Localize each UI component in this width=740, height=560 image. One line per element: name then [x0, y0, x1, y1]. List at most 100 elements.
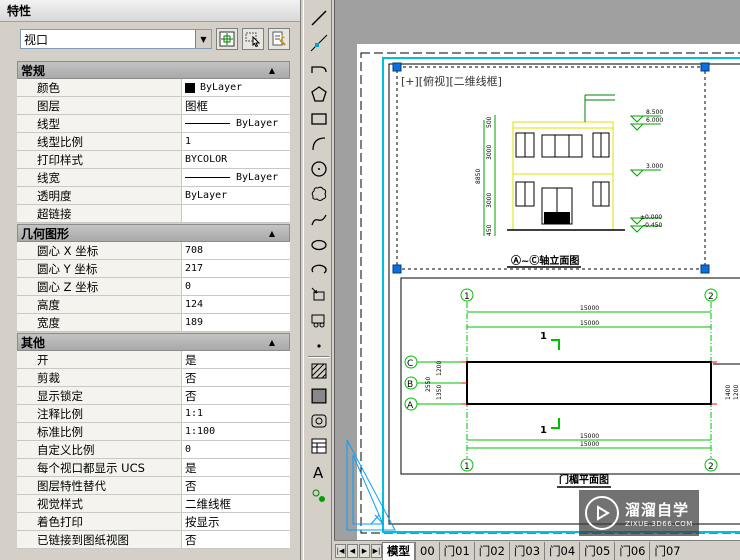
- property-value[interactable]: 708: [182, 242, 290, 259]
- property-row[interactable]: 着色打印 按显示: [17, 513, 290, 531]
- object-type-select[interactable]: 视口 ▼: [20, 29, 212, 49]
- property-value[interactable]: 1:1: [182, 405, 290, 422]
- layout-canvas[interactable]: [+][俯视][二维线框] 8850 500 3000 3000 450 8.5…: [334, 0, 740, 540]
- section-misc-header[interactable]: 其他 ▲: [17, 333, 290, 351]
- xline-tool-button[interactable]: [309, 33, 329, 53]
- property-value[interactable]: 189: [182, 314, 290, 331]
- property-row[interactable]: 线型比例 1: [17, 133, 290, 151]
- quick-select-button[interactable]: [268, 28, 290, 50]
- tab-layout-01[interactable]: 门01: [438, 541, 474, 560]
- property-row[interactable]: 已链接到图纸视图否: [17, 531, 290, 549]
- section-geometry-header[interactable]: 几何图形 ▲: [17, 224, 290, 242]
- property-value[interactable]: 二维线框: [182, 495, 290, 512]
- polyline-tool-button[interactable]: [309, 58, 329, 78]
- property-row[interactable]: 标准比例 1:100: [17, 423, 290, 441]
- property-value[interactable]: 1:100: [182, 423, 290, 440]
- rectangle-tool-button[interactable]: [309, 109, 329, 129]
- add-selected-tool-button[interactable]: [309, 486, 329, 506]
- chevron-down-icon[interactable]: ▼: [195, 30, 211, 48]
- tab-layout-04[interactable]: 门04: [544, 541, 579, 560]
- tab-layout-06[interactable]: 门06: [614, 541, 649, 560]
- property-value[interactable]: 124: [182, 296, 290, 313]
- arc-tool-button[interactable]: [309, 134, 329, 154]
- spline-tool-button[interactable]: [309, 210, 329, 230]
- property-value[interactable]: 图框: [182, 97, 290, 114]
- property-value[interactable]: [182, 205, 290, 222]
- collapse-caret-icon[interactable]: ▲: [269, 338, 275, 347]
- property-row[interactable]: 圆心 X 坐标 708: [17, 242, 290, 260]
- tab-layout-07[interactable]: 门07: [649, 541, 684, 560]
- property-row[interactable]: 打印样式 BYCOLOR: [17, 151, 290, 169]
- next-tab-icon[interactable]: ▶: [359, 543, 370, 558]
- property-value[interactable]: 是: [182, 351, 290, 368]
- tab-layout-05[interactable]: 门05: [579, 541, 614, 560]
- ellipse-tool-button[interactable]: [309, 235, 329, 255]
- property-row[interactable]: 注释比例 1:1: [17, 405, 290, 423]
- property-value[interactable]: ByLayer: [182, 115, 290, 132]
- property-row[interactable]: 圆心 Z 坐标 0: [17, 278, 290, 296]
- property-value[interactable]: ByLayer: [182, 79, 290, 96]
- property-row[interactable]: 透明度 ByLayer: [17, 187, 290, 205]
- drawing-svg: [+][俯视][二维线框] 8850 500 3000 3000 450 8.5…: [346, 52, 740, 534]
- tab-layout-03[interactable]: 门03: [508, 541, 544, 560]
- property-row[interactable]: 线宽 ByLayer: [17, 169, 290, 187]
- property-row[interactable]: 剪裁否: [17, 369, 290, 387]
- property-row[interactable]: 视觉样式 二维线框: [17, 495, 290, 513]
- ellipse-arc-icon: [311, 264, 327, 274]
- region-tool-button[interactable]: [309, 411, 329, 431]
- property-value[interactable]: 0: [182, 441, 290, 458]
- property-row[interactable]: 图层 图框: [17, 97, 290, 115]
- circle-tool-button[interactable]: [309, 159, 329, 179]
- property-row[interactable]: 高度 124: [17, 296, 290, 314]
- toggle-pickadd-button[interactable]: [216, 28, 238, 50]
- tab-model[interactable]: 模型: [382, 541, 415, 560]
- collapse-caret-icon[interactable]: ▲: [269, 66, 275, 75]
- select-objects-button[interactable]: [242, 28, 264, 50]
- property-row[interactable]: 圆心 Y 坐标 217: [17, 260, 290, 278]
- property-row[interactable]: 超链接: [17, 205, 290, 223]
- hatch-tool-button[interactable]: [309, 361, 329, 381]
- property-value[interactable]: BYCOLOR: [182, 151, 290, 168]
- point-tool-button[interactable]: [309, 336, 329, 356]
- tab-layout-02[interactable]: 门02: [473, 541, 509, 560]
- revcloud-tool-button[interactable]: [309, 184, 329, 204]
- layout-tabs-bar: |◀ ◀ ▶ ▶| 模型 00 门01 门02 门03 门04 门05 门06 …: [334, 540, 740, 560]
- insert-block-tool-button[interactable]: [309, 285, 329, 305]
- property-value[interactable]: 否: [182, 531, 290, 548]
- property-value[interactable]: ByLayer: [182, 169, 290, 186]
- tab-layout-00[interactable]: 00: [415, 541, 439, 560]
- property-value[interactable]: 0: [182, 278, 290, 295]
- property-value[interactable]: 否: [182, 369, 290, 386]
- section-general-header[interactable]: 常规 ▲: [17, 61, 290, 79]
- gradient-tool-button[interactable]: [309, 386, 329, 406]
- polygon-tool-button[interactable]: [309, 84, 329, 104]
- property-value[interactable]: 217: [182, 260, 290, 277]
- ellipse-arc-tool-button[interactable]: [309, 260, 329, 280]
- property-row[interactable]: 颜色 ByLayer: [17, 79, 290, 97]
- make-block-tool-button[interactable]: [309, 310, 329, 330]
- property-row[interactable]: 图层特性替代否: [17, 477, 290, 495]
- property-row[interactable]: 宽度 189: [17, 314, 290, 332]
- property-key: 图层特性替代: [17, 477, 182, 494]
- first-tab-icon[interactable]: |◀: [335, 543, 346, 558]
- property-value[interactable]: 是: [182, 459, 290, 476]
- collapse-caret-icon[interactable]: ▲: [269, 229, 275, 238]
- line-tool-button[interactable]: [309, 8, 329, 28]
- multiline-text-tool-button[interactable]: A: [309, 462, 329, 482]
- table-tool-button[interactable]: [309, 436, 329, 456]
- property-row[interactable]: 显示锁定否: [17, 387, 290, 405]
- property-row[interactable]: 每个视口都显示 UCS 是: [17, 459, 290, 477]
- property-value[interactable]: 1: [182, 133, 290, 150]
- last-tab-icon[interactable]: ▶|: [371, 543, 382, 558]
- region-icon: [311, 414, 327, 428]
- property-row[interactable]: 开是: [17, 351, 290, 369]
- property-row[interactable]: 线型 ByLayer: [17, 115, 290, 133]
- property-value[interactable]: 按显示: [182, 513, 290, 530]
- property-value[interactable]: ByLayer: [182, 187, 290, 204]
- property-value[interactable]: 否: [182, 387, 290, 404]
- level-text: 8.500: [646, 109, 663, 116]
- property-row[interactable]: 自定义比例 0: [17, 441, 290, 459]
- pickadd-icon: [219, 31, 235, 47]
- prev-tab-icon[interactable]: ◀: [347, 543, 358, 558]
- property-value[interactable]: 否: [182, 477, 290, 494]
